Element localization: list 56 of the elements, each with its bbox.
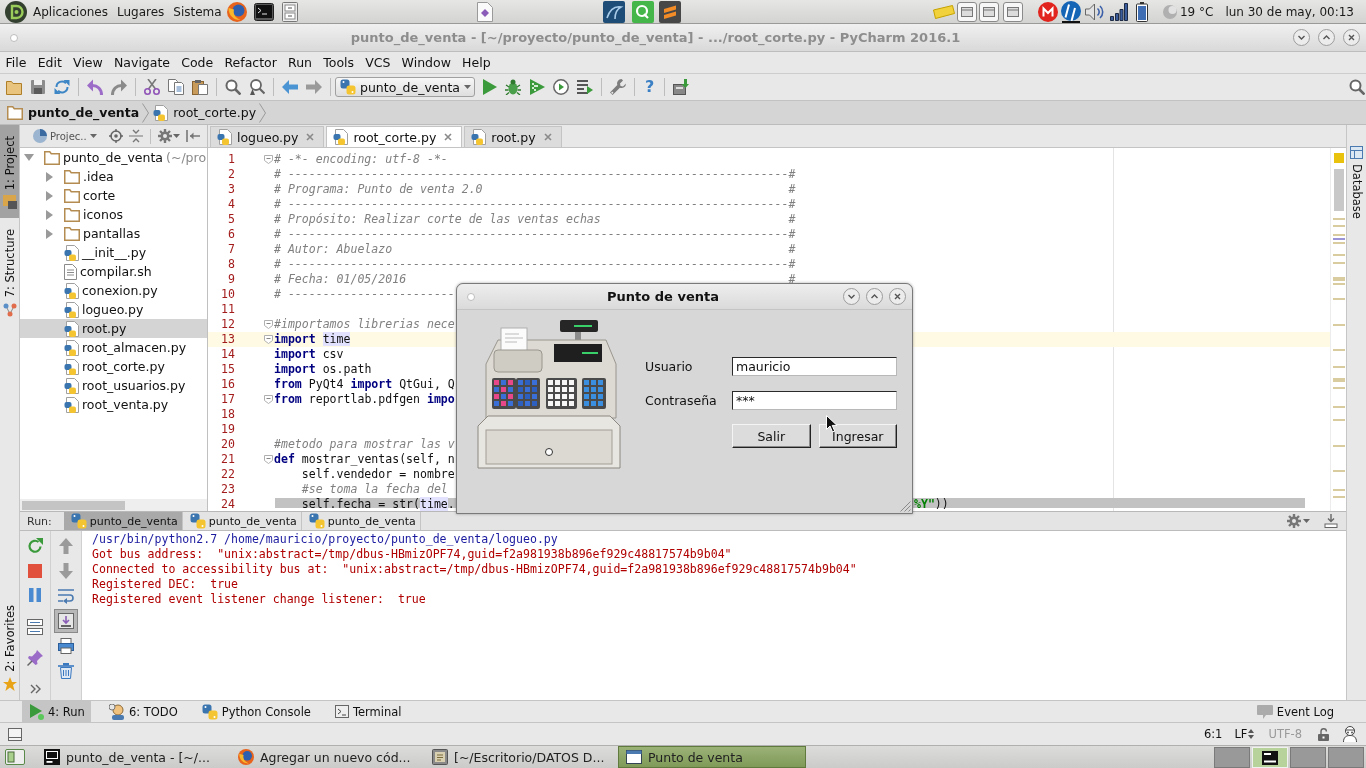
dialog-title: Punto de venta (607, 289, 719, 304)
line-number: 4 (228, 197, 235, 212)
code-line: # ------------------------------------------------------------------------# (274, 227, 796, 241)
field-label: Usuario (645, 359, 693, 374)
code-line: # Programa: Punto de venta 2.0 # (274, 182, 796, 196)
code-line: # ------------------------------------------------------------------------# (274, 197, 796, 211)
code-line: # ------------------------------------------------------------------------# (274, 167, 796, 181)
line-number: 19 (221, 422, 235, 437)
line-number: 13 (221, 332, 235, 347)
console-line: Got bus address: "unix:abstract=/tmp/dbus-HBmizOPF74,guid=f2a981938b896ef929c48817574b9b04" (92, 547, 733, 562)
code-line: from PyQt4 import QtGui, Q (274, 377, 455, 391)
line-number: 1 (228, 152, 235, 167)
code-line: self.fecha = str(time. (300, 497, 455, 511)
code-line: import csv (274, 347, 344, 361)
console-line: Registered DEC: true (92, 577, 239, 592)
line-number: 17 (221, 392, 235, 407)
code-line: %Y")) (914, 497, 949, 511)
code-line: from reportlab.pdfgen impo (274, 392, 455, 406)
line-number: 11 (221, 302, 235, 317)
line-number: 6 (228, 227, 235, 242)
line-number: 3 (228, 182, 235, 197)
code-line: # -*- encoding: utf-8 -*- (274, 152, 448, 166)
panel-label: Run: (27, 514, 52, 528)
line-number: 14 (221, 347, 235, 362)
code-line: # Propósito: Realizar corte de las ventas echas # (274, 212, 796, 226)
code-line: def mostrar_ventas(self, n (274, 452, 455, 466)
code-line: #metodo para mostrar las v (274, 437, 455, 451)
line-number: 24 (221, 497, 235, 511)
line-number: 7 (228, 242, 235, 257)
window-title: punto_de_venta - [~/proyecto/punto_de_venta] - .../root_corte.py - PyCharm 2016.1 (350, 30, 961, 45)
line-number: 21 (221, 452, 235, 467)
line-number: 9 (228, 272, 235, 287)
line-number: 15 (221, 362, 235, 377)
line-number: 12 (221, 317, 235, 332)
code-line: import os.path (274, 362, 372, 376)
line-number: 16 (221, 377, 235, 392)
console-line: Registered event listener change listener: true (92, 592, 427, 607)
code-line: # Fecha: 01/05/2016 # (274, 272, 796, 286)
code-line: #importamos librerias nece (274, 317, 455, 331)
console-line: /usr/bin/python2.7 /home/mauricio/proyecto/punto_de_venta/logueo.py (92, 532, 559, 547)
line-number: 22 (221, 467, 235, 482)
field-label: Contraseña (645, 393, 717, 408)
code-line: #se toma la fecha del (300, 482, 448, 496)
line-number: 20 (221, 437, 235, 452)
line-number: 23 (221, 482, 235, 497)
code-line: import time (274, 332, 351, 346)
console-line: Connected to accessibility bus at: "unix:abstract=/tmp/dbus-HBmizOPF74,guid=f2a981938b896ef929c48817574b9b04" (92, 562, 857, 577)
code-line: # Autor: Abuelazo # (274, 242, 796, 256)
code-line: # ------------------------ (274, 287, 455, 301)
line-number: 10 (221, 287, 235, 302)
line-number: 18 (221, 407, 235, 422)
line-number: 5 (228, 212, 235, 227)
code-line: self.vendedor = nombre (300, 467, 455, 481)
code-line: # ------------------------------------------------------------------------# (274, 257, 796, 271)
line-number: 2 (228, 167, 235, 182)
line-number: 8 (228, 257, 235, 272)
